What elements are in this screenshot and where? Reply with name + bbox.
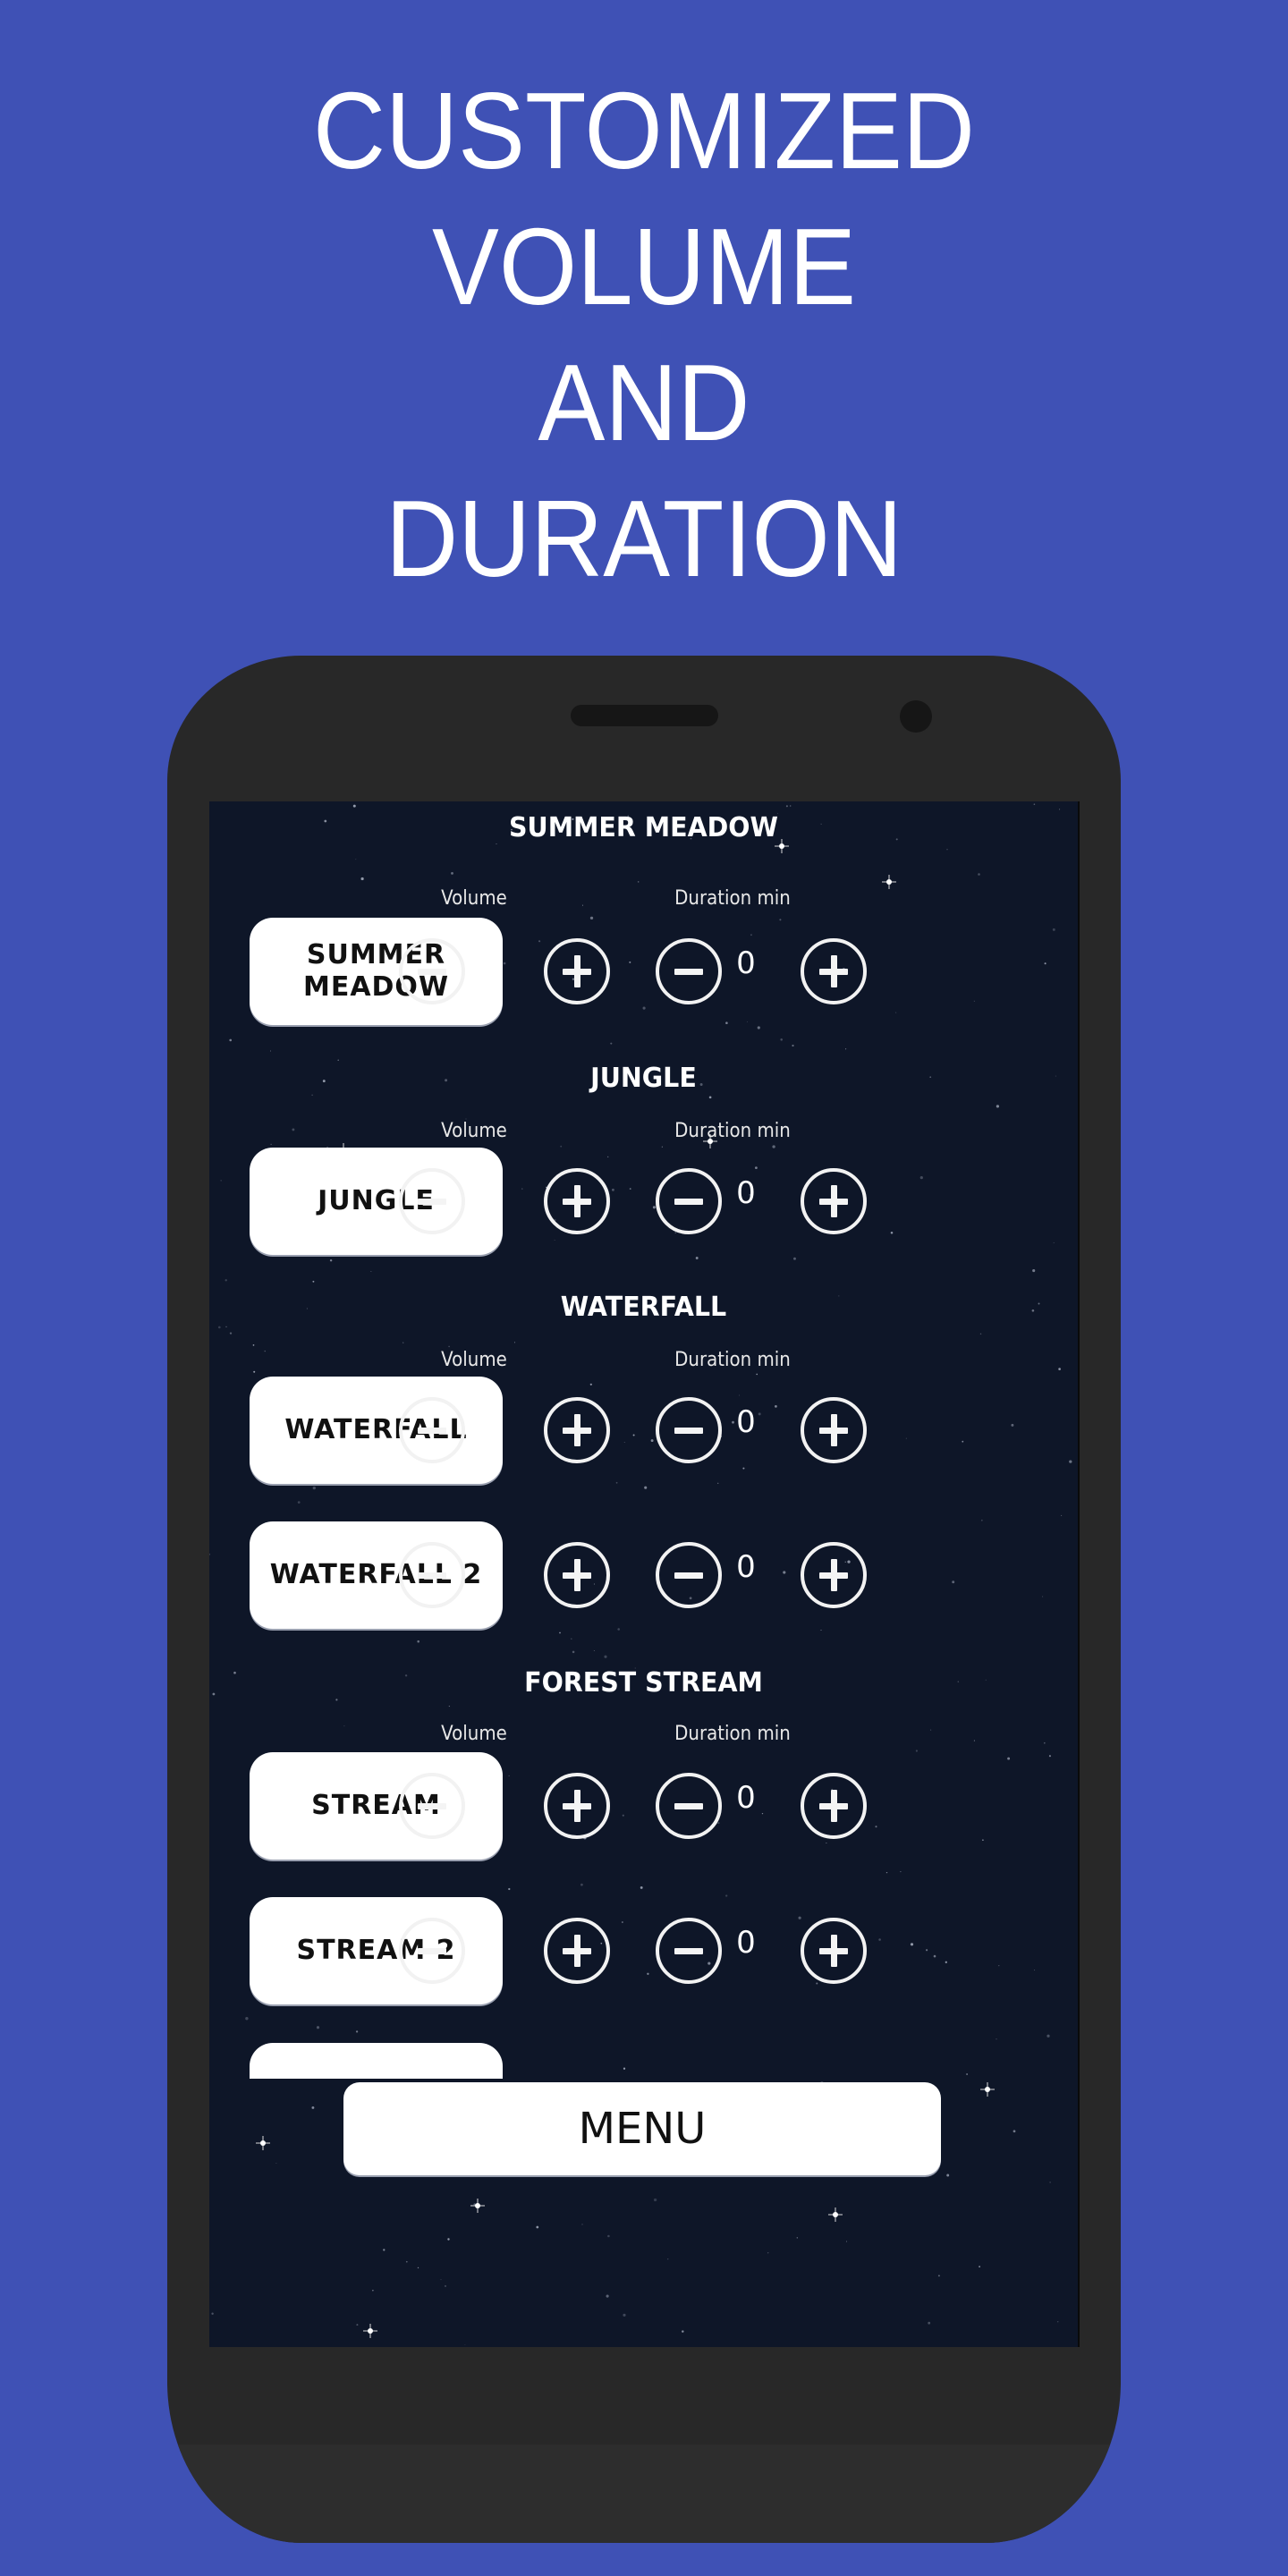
- volume-value: 7: [479, 1175, 498, 1211]
- duration-decrease-button[interactable]: [656, 1168, 722, 1234]
- volume-increase-button[interactable]: [544, 1542, 610, 1608]
- star: [372, 2290, 374, 2292]
- volume-increase-button[interactable]: [544, 1397, 610, 1463]
- star: [417, 2267, 419, 2269]
- star: [979, 2266, 980, 2267]
- star: [383, 2249, 386, 2251]
- star: [946, 2174, 950, 2177]
- duration-value: 0: [736, 1780, 756, 1816]
- section-title: FOREST STREAM: [524, 1667, 763, 1699]
- star: [440, 2279, 442, 2281]
- duration-increase-button[interactable]: [801, 1773, 867, 1839]
- star: [536, 2225, 539, 2229]
- speaker-grille: [571, 705, 718, 726]
- section-title: JUNGLE: [590, 1063, 697, 1094]
- duration-value: 0: [736, 1175, 756, 1211]
- phone-bottom-bezel: [167, 2445, 1121, 2543]
- star: [473, 2203, 476, 2206]
- duration-value: 0: [736, 1925, 756, 1961]
- star: [623, 2067, 626, 2070]
- duration-decrease-button[interactable]: [656, 1397, 722, 1463]
- volume-increase-button[interactable]: [544, 938, 610, 1004]
- volume-increase-button[interactable]: [544, 1773, 610, 1839]
- duration-decrease-button[interactable]: [656, 938, 722, 1004]
- star: [275, 2162, 277, 2165]
- star: [682, 2330, 684, 2333]
- star: [796, 2237, 798, 2239]
- star: [311, 2106, 315, 2109]
- star: [966, 2073, 968, 2075]
- phone-frame: SUMMER MEADOW Volume Duration min SUMMER ME…: [167, 656, 1121, 2543]
- star: [623, 2313, 626, 2317]
- star: [767, 2252, 769, 2254]
- app-screen: SUMMER MEADOW Volume Duration min SUMMER ME…: [209, 801, 1080, 2347]
- duration-label: Duration min: [674, 887, 791, 910]
- star: [211, 2312, 214, 2315]
- bright-star: [828, 2207, 843, 2222]
- volume-label: Volume: [441, 1349, 507, 1371]
- star: [928, 2321, 931, 2325]
- front-camera-icon: [900, 700, 932, 733]
- volume-value: 7: [479, 1925, 498, 1961]
- promo-line: VOLUME: [431, 206, 857, 327]
- star: [356, 2324, 359, 2326]
- promo-line: AND: [538, 342, 750, 463]
- duration-increase-button[interactable]: [801, 1168, 867, 1234]
- duration-increase-button[interactable]: [801, 1397, 867, 1463]
- sound-list[interactable]: SUMMER MEADOW Volume Duration min SUMMER ME…: [209, 801, 1078, 2058]
- duration-label: Duration min: [674, 1723, 791, 1745]
- volume-decrease-button[interactable]: [399, 1168, 465, 1234]
- section-title: WATERFALL: [560, 1292, 727, 1323]
- duration-increase-button[interactable]: [801, 1542, 867, 1608]
- section-title: SUMMER MEADOW: [509, 812, 778, 843]
- star: [667, 2258, 669, 2260]
- volume-value: 7: [479, 1780, 498, 1816]
- promo-headline: CUSTOMIZED VOLUME AND DURATION: [52, 63, 1237, 606]
- volume-value: 7: [479, 1404, 498, 1440]
- sound-button-partial[interactable]: [250, 2043, 503, 2079]
- volume-decrease-button[interactable]: [399, 1918, 465, 1984]
- star: [405, 2260, 408, 2263]
- duration-decrease-button[interactable]: [656, 1918, 722, 1984]
- star: [653, 2198, 657, 2202]
- bright-star: [256, 2136, 270, 2150]
- star: [846, 2241, 847, 2242]
- duration-value: 0: [736, 1404, 756, 1440]
- promo-line: CUSTOMIZED: [313, 70, 975, 191]
- menu-button[interactable]: MENU: [343, 2082, 941, 2175]
- star: [445, 2284, 446, 2287]
- volume-decrease-button[interactable]: [399, 1397, 465, 1463]
- duration-decrease-button[interactable]: [656, 1542, 722, 1608]
- volume-increase-button[interactable]: [544, 1918, 610, 1984]
- duration-value: 0: [736, 1549, 756, 1585]
- volume-decrease-button[interactable]: [399, 1773, 465, 1839]
- volume-decrease-button[interactable]: [399, 938, 465, 1004]
- volume-label: Volume: [441, 887, 507, 910]
- star: [1013, 2130, 1016, 2133]
- star: [464, 2344, 466, 2345]
- volume-label: Volume: [441, 1120, 507, 1142]
- volume-value: 7: [479, 945, 498, 981]
- duration-decrease-button[interactable]: [656, 1773, 722, 1839]
- promo-line: DURATION: [386, 478, 902, 599]
- bright-star: [470, 2199, 485, 2213]
- volume-label: Volume: [441, 1723, 507, 1745]
- duration-increase-button[interactable]: [801, 1918, 867, 1984]
- star: [606, 2294, 609, 2298]
- volume-value: 7: [479, 1549, 498, 1585]
- duration-label: Duration min: [674, 1349, 791, 1371]
- star: [1056, 2321, 1059, 2323]
- bright-star: [980, 2082, 995, 2097]
- star: [937, 2275, 940, 2277]
- volume-increase-button[interactable]: [544, 1168, 610, 1234]
- duration-label: Duration min: [674, 1120, 791, 1142]
- duration-value: 0: [736, 945, 756, 981]
- duration-increase-button[interactable]: [801, 938, 867, 1004]
- bright-star: [363, 2324, 377, 2338]
- star: [447, 2238, 450, 2241]
- star: [607, 2234, 610, 2238]
- volume-decrease-button[interactable]: [399, 1542, 465, 1608]
